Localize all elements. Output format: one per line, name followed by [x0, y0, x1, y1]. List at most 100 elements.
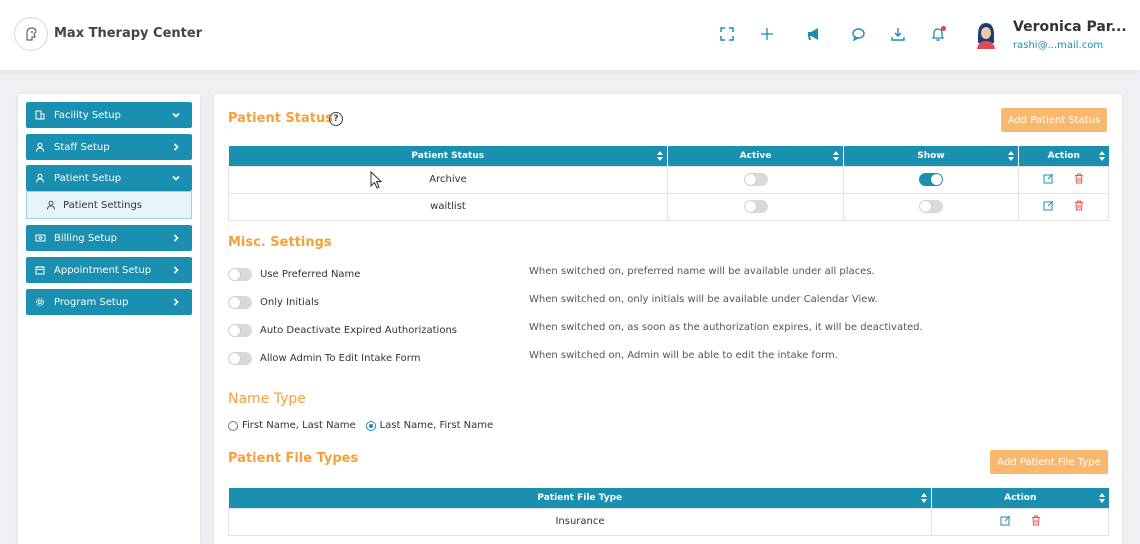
misc-settings-title: Misc. Settings: [228, 235, 332, 250]
sidebar-subitem-label: Patient Settings: [63, 199, 143, 211]
sidebar-item-label: Program Setup: [54, 296, 129, 308]
sidebar: Facility Setup Staff Setup Patient Setup…: [18, 94, 200, 544]
setting-only-initials: Only Initials: [228, 294, 319, 310]
sidebar-item-patient-setup[interactable]: Patient Setup: [26, 165, 192, 191]
add-patient-file-type-button[interactable]: Add Patient File Type: [990, 450, 1108, 474]
fullscreen-icon[interactable]: [718, 25, 736, 43]
column-header-active[interactable]: Active: [667, 146, 844, 166]
person-icon: [34, 172, 46, 184]
chevron-right-icon: [170, 232, 182, 244]
delete-icon[interactable]: [1031, 515, 1041, 526]
table-row: waitlist: [228, 192, 1109, 221]
chevron-down-icon: [170, 109, 182, 121]
setting-label: Only Initials: [260, 296, 319, 308]
building-icon: [34, 109, 46, 121]
setting-label: Use Preferred Name: [260, 268, 361, 280]
gear-icon: [34, 296, 46, 308]
edit-icon[interactable]: [1000, 515, 1011, 526]
mouse-cursor-icon: [370, 171, 383, 189]
setting-label: Auto Deactivate Expired Authorizations: [260, 324, 457, 336]
name-type-options: First Name, Last Name Last Name, First N…: [228, 420, 493, 431]
person-icon: [34, 141, 46, 153]
top-header: Max Therapy Center Veronica Par... rashi…: [0, 0, 1140, 70]
status-cell: waitlist: [228, 192, 668, 221]
setting-description: When switched on, as soon as the authori…: [529, 322, 923, 333]
patient-status-table: Patient Status Active Show Action Archiv…: [228, 146, 1109, 221]
user-email: rashi@...mail.com: [1013, 40, 1104, 51]
chevron-right-icon: [170, 264, 182, 276]
notification-dot: [941, 26, 946, 31]
setting-allow-admin-edit: Allow Admin To Edit Intake Form: [228, 350, 420, 366]
delete-icon[interactable]: [1074, 200, 1084, 211]
setting-description: When switched on, only initials will be …: [529, 294, 878, 305]
calendar-icon: [34, 264, 46, 276]
radio-label: Last Name, First Name: [379, 420, 494, 431]
setting-toggle[interactable]: [228, 323, 252, 337]
sidebar-subitem-patient-settings[interactable]: Patient Settings: [26, 191, 192, 219]
sidebar-item-label: Appointment Setup: [54, 264, 152, 276]
sidebar-item-label: Billing Setup: [54, 232, 117, 244]
sidebar-item-staff-setup[interactable]: Staff Setup: [26, 134, 192, 160]
setting-toggle[interactable]: [228, 351, 252, 365]
user-name[interactable]: Veronica Par...: [1013, 19, 1127, 35]
chat-icon[interactable]: [849, 25, 867, 43]
column-header-show[interactable]: Show: [843, 146, 1019, 166]
megaphone-icon[interactable]: [805, 25, 823, 43]
name-type-title: Name Type: [228, 391, 306, 407]
sidebar-item-facility-setup[interactable]: Facility Setup: [26, 102, 192, 128]
sidebar-item-label: Patient Setup: [54, 172, 122, 184]
delete-icon[interactable]: [1074, 173, 1084, 184]
main-panel: Patient Status ? Add Patient Status Pati…: [214, 94, 1122, 544]
setting-toggle[interactable]: [228, 295, 252, 309]
chevron-right-icon: [170, 141, 182, 153]
setting-toggle[interactable]: [228, 267, 252, 281]
app-title: Max Therapy Center: [54, 26, 203, 41]
file-type-cell: Insurance: [228, 507, 932, 536]
setting-label: Allow Admin To Edit Intake Form: [260, 352, 421, 364]
column-header-patient-file-type[interactable]: Patient File Type: [228, 488, 932, 508]
show-toggle[interactable]: [919, 173, 943, 186]
plus-icon[interactable]: [758, 25, 776, 43]
sidebar-item-program-setup[interactable]: Program Setup: [26, 289, 192, 315]
status-cell: Archive: [228, 165, 668, 194]
help-icon[interactable]: ?: [329, 112, 343, 126]
edit-icon[interactable]: [1043, 173, 1054, 184]
download-icon[interactable]: [889, 25, 907, 43]
sort-icon: [1098, 151, 1105, 161]
sidebar-item-billing-setup[interactable]: Billing Setup: [26, 225, 192, 251]
sort-icon: [921, 493, 927, 503]
patient-status-title: Patient Status: [228, 111, 333, 126]
table-row: Archive: [228, 165, 1109, 194]
add-patient-status-button[interactable]: Add Patient Status: [1001, 108, 1107, 132]
column-header-action[interactable]: Action: [1018, 146, 1109, 166]
setting-description: When switched on, preferred name will be…: [529, 266, 875, 277]
logo-icon[interactable]: [14, 17, 48, 51]
sort-icon: [1098, 493, 1105, 503]
patient-file-types-table: Patient File Type Action Insurance: [228, 488, 1109, 536]
sidebar-item-label: Staff Setup: [54, 141, 110, 153]
patient-file-types-title: Patient File Types: [228, 451, 359, 466]
column-header-patient-status[interactable]: Patient Status: [228, 146, 668, 166]
sidebar-item-appointment-setup[interactable]: Appointment Setup: [26, 257, 192, 283]
column-header-action[interactable]: Action: [931, 488, 1109, 508]
table-row: Insurance: [228, 507, 1109, 536]
show-toggle[interactable]: [919, 200, 943, 213]
sort-icon: [1008, 151, 1014, 161]
chevron-right-icon: [170, 296, 182, 308]
setting-description: When switched on, Admin will be able to …: [529, 350, 838, 361]
bill-icon: [34, 232, 46, 244]
active-toggle[interactable]: [743, 173, 768, 186]
bell-icon[interactable]: [929, 25, 947, 43]
active-toggle[interactable]: [743, 200, 768, 213]
sort-icon: [657, 151, 663, 161]
radio-last-first[interactable]: [365, 420, 376, 431]
chevron-down-icon: [170, 172, 182, 184]
sort-icon: [833, 151, 839, 161]
setting-auto-deactivate: Auto Deactivate Expired Authorizations: [228, 322, 457, 338]
radio-first-last[interactable]: [228, 420, 238, 431]
setting-use-preferred-name: Use Preferred Name: [228, 266, 360, 282]
radio-label: First Name, Last Name: [242, 420, 356, 431]
edit-icon[interactable]: [1043, 200, 1054, 211]
avatar[interactable]: [974, 21, 998, 49]
sidebar-item-label: Facility Setup: [54, 109, 121, 121]
